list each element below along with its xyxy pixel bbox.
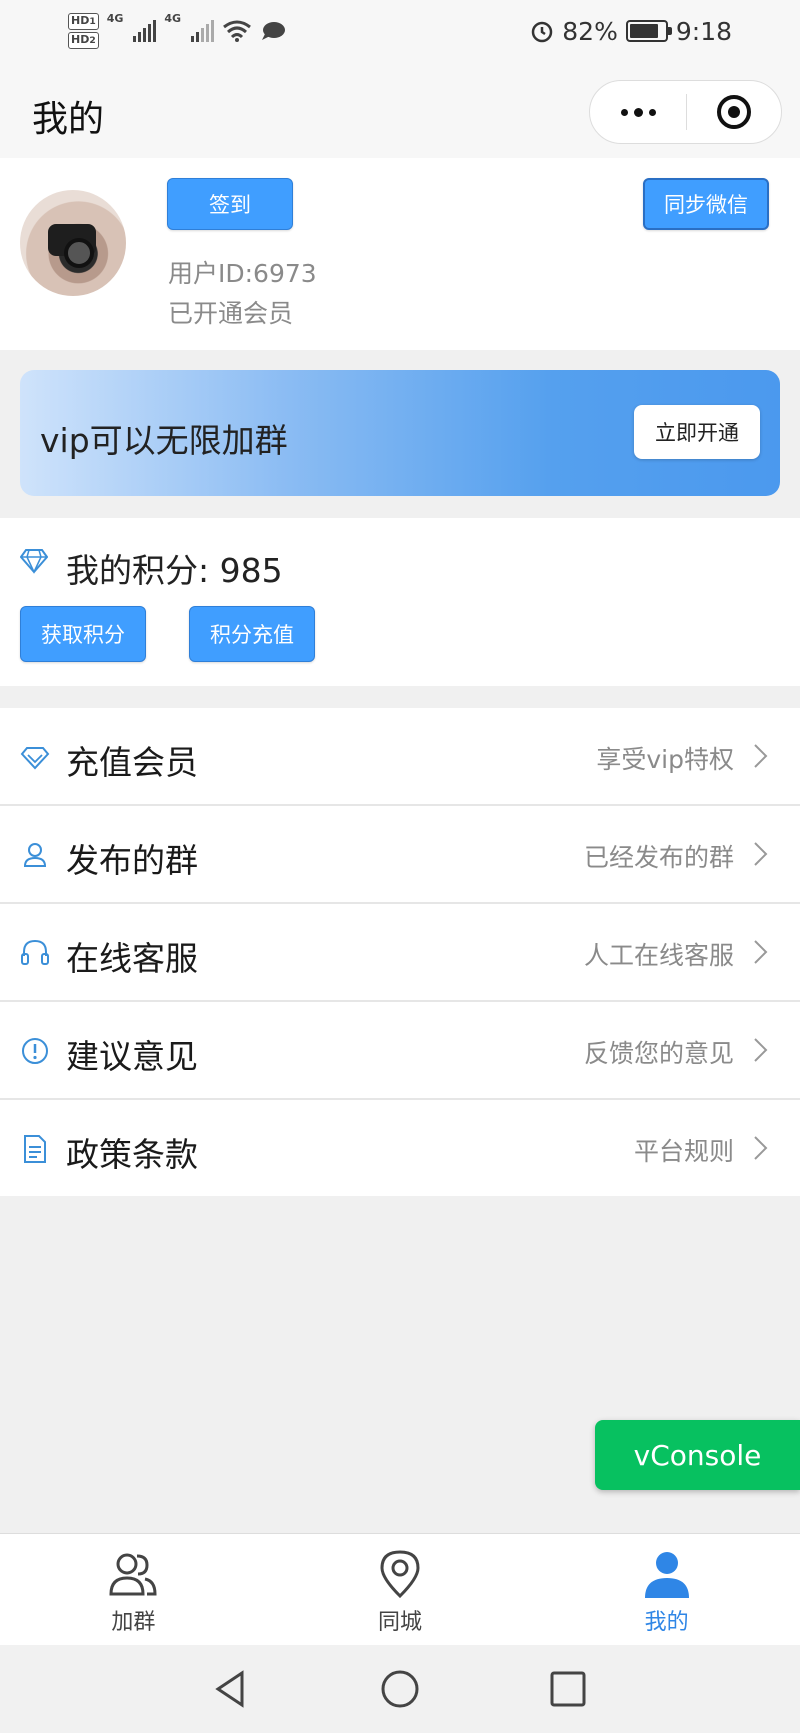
chevron-right-icon [754, 940, 768, 964]
signal-2-icon [191, 20, 215, 42]
menu-item-hint: 享受vip特权 [596, 745, 734, 774]
vip-section: vip可以无限加群 立即开通 [0, 350, 800, 518]
menu-item-feedback[interactable]: 建议意见 反馈您的意见 [0, 1002, 800, 1100]
menu-item-label: 充值会员 [66, 743, 198, 782]
member-status: 已开通会员 [168, 299, 294, 328]
battery-fill [629, 24, 658, 38]
menu-item-label: 政策条款 [66, 1135, 198, 1174]
points-balance: 我的积分: 985 [66, 551, 283, 590]
tab-mine[interactable]: 我的 [533, 1534, 800, 1645]
group-icon [109, 1553, 157, 1596]
miniprogram-capsule [589, 80, 782, 144]
recents-icon[interactable] [548, 1669, 588, 1709]
alert-circle-icon [22, 1038, 48, 1064]
hd-1-badge: HD1 [68, 13, 99, 30]
back-icon[interactable] [212, 1669, 252, 1709]
more-dot-icon [620, 108, 628, 116]
vconsole-button[interactable]: vConsole [595, 1420, 800, 1490]
menu-item-published-groups[interactable]: 发布的群 已经发布的群 [0, 806, 800, 904]
signal-1-icon [133, 20, 157, 42]
home-icon[interactable] [380, 1669, 420, 1709]
menu-item-hint: 人工在线客服 [583, 941, 734, 970]
more-dot-icon [648, 108, 656, 116]
vip-banner: vip可以无限加群 立即开通 [20, 370, 780, 496]
tab-label: 我的 [644, 1610, 689, 1635]
hd-indicators: HD1 HD2 [68, 12, 99, 50]
page-title: 我的 [32, 99, 105, 140]
document-icon [24, 1135, 46, 1163]
battery-percent: 82% [562, 16, 618, 46]
sync-wechat-button[interactable]: 同步微信 [643, 178, 769, 230]
tab-local[interactable]: 同城 [267, 1534, 534, 1645]
checkin-button[interactable]: 签到 [167, 178, 293, 230]
tab-label: 同城 [378, 1610, 423, 1635]
get-points-button[interactable]: 获取积分 [20, 606, 146, 662]
diamond-icon [20, 549, 48, 574]
diamond-icon [20, 747, 50, 770]
user-icon [644, 1552, 689, 1598]
tab-join-group[interactable]: 加群 [0, 1534, 267, 1645]
alarm-icon [532, 21, 553, 43]
vip-banner-text: vip可以无限加群 [40, 421, 288, 460]
more-dot-icon [633, 107, 643, 117]
title-bar: 我的 [0, 62, 800, 158]
close-miniprogram-button[interactable] [687, 81, 781, 143]
battery-icon [625, 20, 672, 42]
points-section: 我的积分: 985 获取积分 积分充值 [0, 518, 800, 686]
open-vip-button[interactable]: 立即开通 [634, 405, 760, 459]
status-bar: HD1 HD2 4G 4G 82% 9:18 [0, 0, 800, 62]
headset-icon [21, 939, 49, 965]
menu-list: 充值会员 享受vip特权 发布的群 已经发布的群 在线客服 人工在线客服 建议意… [0, 708, 800, 1196]
status-right: 82% 9:18 [530, 17, 732, 46]
tab-label: 加群 [111, 1610, 156, 1635]
person-icon [23, 843, 47, 867]
location-pin-icon [380, 1550, 420, 1599]
avatar[interactable] [20, 190, 126, 296]
menu-item-hint: 已经发布的群 [583, 843, 734, 872]
chevron-right-icon [754, 744, 768, 768]
wifi-icon [223, 20, 252, 42]
system-nav-bar [0, 1645, 800, 1733]
menu-item-hint: 平台规则 [633, 1137, 734, 1166]
network-1-label: 4G [106, 12, 124, 25]
menu-item-recharge-vip[interactable]: 充值会员 享受vip特权 [0, 708, 800, 806]
target-icon [717, 95, 751, 129]
chevron-right-icon [754, 1038, 768, 1062]
chevron-right-icon [754, 1136, 768, 1160]
menu-item-policy[interactable]: 政策条款 平台规则 [0, 1100, 800, 1196]
status-left: HD1 HD2 4G 4G [68, 12, 286, 50]
menu-item-label: 发布的群 [66, 841, 198, 880]
menu-item-hint: 反馈您的意见 [583, 1039, 734, 1068]
chevron-right-icon [754, 842, 768, 866]
tab-bar: 加群 同城 我的 [0, 1533, 800, 1645]
clock: 9:18 [675, 16, 732, 46]
user-id: 用户ID:6973 [168, 259, 317, 288]
menu-item-label: 在线客服 [66, 939, 198, 978]
menu-item-customer-service[interactable]: 在线客服 人工在线客服 [0, 904, 800, 1002]
recharge-points-button[interactable]: 积分充值 [189, 606, 315, 662]
hd-2-badge: HD2 [68, 32, 99, 49]
menu-item-label: 建议意见 [66, 1037, 198, 1076]
network-2-label: 4G [164, 12, 182, 25]
profile-card: 签到 同步微信 用户ID:6973 已开通会员 [0, 158, 800, 350]
message-icon [262, 22, 286, 40]
more-button[interactable] [590, 81, 686, 143]
